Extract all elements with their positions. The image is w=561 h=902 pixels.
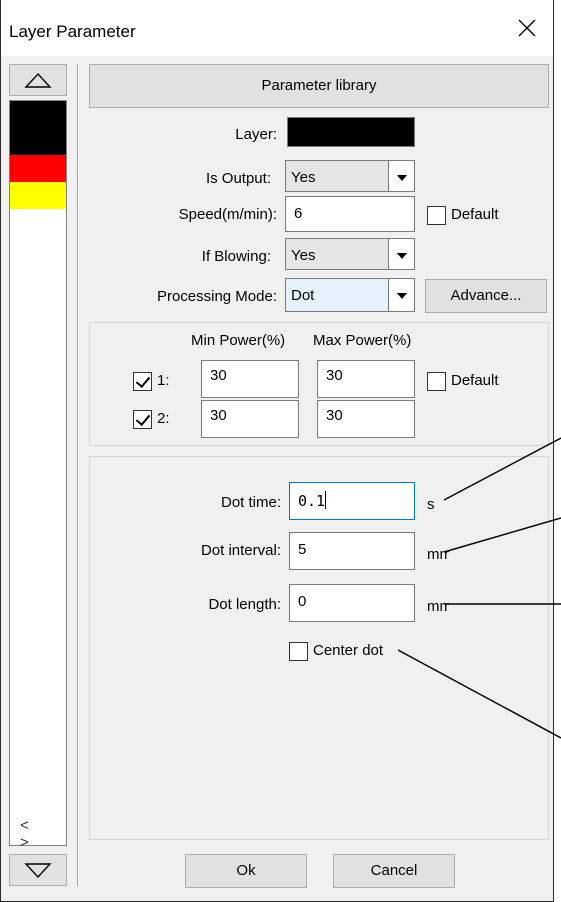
center-dot-label: Center dot	[313, 642, 384, 659]
max-power-header: Max Power(%)	[313, 332, 412, 349]
horizontal-scroll-arrows[interactable]: < >	[20, 817, 66, 851]
is-output-label: Is Output:	[205, 170, 271, 187]
layer-color-list-panel: < >	[9, 64, 67, 886]
chevron-down-icon	[388, 161, 414, 191]
is-output-value: Yes	[291, 169, 316, 186]
layer-parameter-dialog: Layer Parameter < > Parameter library La…	[0, 0, 554, 902]
power-row-1-label: 1:	[157, 372, 170, 389]
text-caret	[325, 491, 327, 509]
dot-interval-input[interactable]: 5	[289, 532, 415, 570]
triangle-up-icon	[24, 72, 52, 88]
advance-button[interactable]: Advance...	[425, 279, 547, 313]
dot-time-unit: s	[427, 496, 435, 513]
close-icon	[518, 19, 536, 37]
triangle-down-icon	[24, 863, 52, 879]
parameter-library-button[interactable]: Parameter library	[89, 64, 549, 108]
layer-color-box[interactable]	[287, 117, 415, 147]
power-row-2-label: 2:	[157, 410, 170, 427]
dot-length-input[interactable]: 0	[289, 584, 415, 622]
speed-input[interactable]: 6	[285, 196, 415, 232]
speed-label: Speed(m/min):	[178, 206, 277, 223]
power-row-2-checkbox[interactable]	[133, 410, 152, 429]
chevron-down-icon	[388, 279, 414, 311]
layer-swatch-2[interactable]	[10, 128, 66, 155]
speed-default-label: Default	[451, 206, 499, 223]
chevron-down-icon	[388, 239, 414, 269]
if-blowing-value: Yes	[291, 247, 316, 264]
power-default-checkbox[interactable]	[427, 372, 446, 391]
if-blowing-select[interactable]: Yes	[285, 238, 415, 270]
dot-time-input[interactable]: 0.1	[289, 482, 415, 520]
dot-length-unit: mm	[427, 598, 449, 615]
dot-time-value: 0.1	[298, 492, 326, 510]
if-blowing-label: If Blowing:	[201, 248, 271, 265]
is-output-select[interactable]: Yes	[285, 160, 415, 192]
power-row-1-min-input[interactable]: 30	[201, 360, 299, 398]
vertical-divider	[77, 64, 79, 886]
power-row-1-checkbox[interactable]	[133, 372, 152, 391]
layer-color-list[interactable]: < >	[9, 100, 67, 851]
center-dot-checkbox[interactable]	[289, 642, 308, 661]
dot-length-label: Dot length:	[208, 596, 281, 613]
processing-mode-value: Dot	[291, 287, 315, 304]
dot-time-label: Dot time:	[220, 494, 281, 511]
ok-button[interactable]: Ok	[185, 854, 307, 888]
power-default-label: Default	[451, 372, 499, 389]
processing-mode-select[interactable]: Dot	[285, 278, 415, 312]
power-row-2-min-input[interactable]: 30	[201, 400, 299, 438]
dot-interval-unit: mm	[427, 546, 449, 563]
layer-swatch-1[interactable]	[10, 101, 66, 128]
close-button[interactable]	[507, 10, 547, 46]
layer-swatch-4[interactable]	[10, 182, 66, 209]
scroll-up-button[interactable]	[9, 64, 67, 96]
min-power-header: Min Power(%)	[191, 332, 286, 349]
speed-default-checkbox[interactable]	[427, 206, 446, 225]
scroll-down-button[interactable]	[9, 854, 67, 886]
power-row-2-max-input[interactable]: 30	[317, 400, 415, 438]
dialog-title: Layer Parameter	[9, 22, 136, 41]
power-row-1-max-input[interactable]: 30	[317, 360, 415, 398]
processing-mode-label: Processing Mode:	[156, 288, 277, 305]
cancel-button[interactable]: Cancel	[333, 854, 455, 888]
title-bar: Layer Parameter	[1, 0, 553, 56]
layer-swatch-3[interactable]	[10, 155, 66, 182]
dot-interval-label: Dot interval:	[200, 542, 281, 559]
layer-label: Layer:	[235, 126, 277, 143]
